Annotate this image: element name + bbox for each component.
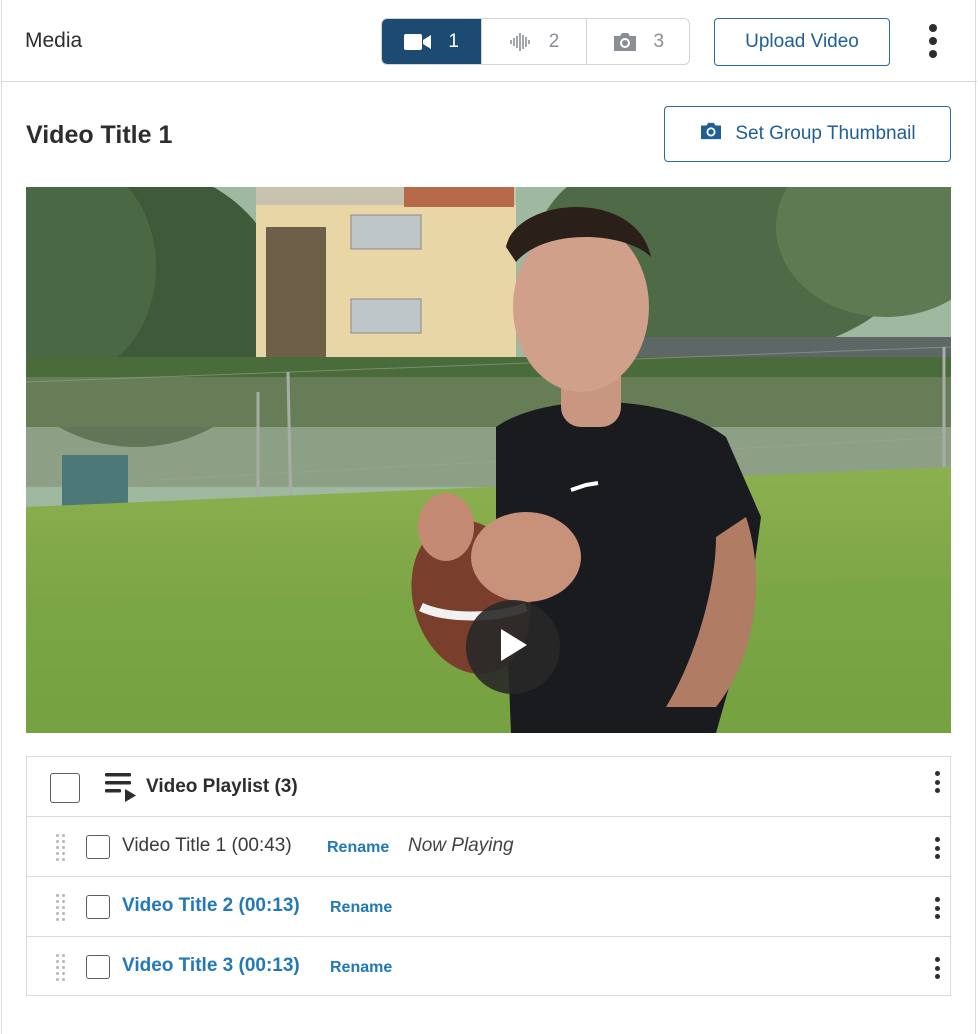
drag-handle-icon[interactable] xyxy=(56,954,68,981)
tab-photo[interactable]: 3 xyxy=(587,19,689,64)
drag-handle-icon[interactable] xyxy=(56,834,68,861)
rename-link[interactable]: Rename xyxy=(327,839,389,857)
camera-icon xyxy=(699,121,723,147)
item-title: Video Title 1 (00:43) xyxy=(122,835,292,856)
header-title: Media xyxy=(25,29,83,52)
media-panel: Media 1 2 3 Upload Video Video Title 1 S… xyxy=(1,0,977,1034)
item-title-link[interactable]: Video Title 3 (00:13) xyxy=(122,955,300,977)
play-icon xyxy=(497,627,529,668)
playlist-header-label: Video Playlist (3) xyxy=(146,776,298,797)
playlist-item[interactable]: Video Title 2 (00:13) Rename xyxy=(27,877,950,937)
video-title: Video Title 1 xyxy=(26,121,173,149)
tab-video-count: 1 xyxy=(448,30,459,52)
item-checkbox[interactable] xyxy=(86,955,110,979)
item-more-icon[interactable] xyxy=(933,897,941,919)
more-options-icon[interactable] xyxy=(920,21,946,61)
tab-audio-count: 2 xyxy=(548,30,560,52)
tab-photo-count: 3 xyxy=(653,30,665,52)
video-player[interactable] xyxy=(26,187,951,733)
set-group-thumbnail-label: Set Group Thumbnail xyxy=(735,123,916,144)
select-all-checkbox[interactable] xyxy=(50,773,80,803)
camera-icon xyxy=(612,31,638,53)
rename-link[interactable]: Rename xyxy=(330,959,392,977)
upload-video-button[interactable]: Upload Video xyxy=(714,18,890,66)
item-more-icon[interactable] xyxy=(933,837,941,859)
drag-handle-icon[interactable] xyxy=(56,894,68,921)
video-playlist: Video Playlist (3) Video Title 1 (00:43)… xyxy=(26,756,951,996)
playlist-header-row: Video Playlist (3) xyxy=(27,757,950,817)
playlist-item[interactable]: Video Title 1 (00:43) Rename Now Playing xyxy=(27,817,950,877)
play-button[interactable] xyxy=(466,600,560,694)
now-playing-label: Now Playing xyxy=(408,835,514,856)
item-more-icon[interactable] xyxy=(933,957,941,979)
item-title-link[interactable]: Video Title 2 (00:13) xyxy=(122,895,300,917)
playlist-item[interactable]: Video Title 3 (00:13) Rename xyxy=(27,937,950,997)
playlist-play-icon xyxy=(105,771,139,808)
item-checkbox[interactable] xyxy=(86,835,110,859)
set-group-thumbnail-button[interactable]: Set Group Thumbnail xyxy=(664,106,951,162)
tab-audio[interactable]: 2 xyxy=(482,19,587,64)
item-checkbox[interactable] xyxy=(86,895,110,919)
rename-link[interactable]: Rename xyxy=(330,899,392,917)
audio-wave-icon xyxy=(509,31,533,53)
tab-video[interactable]: 1 xyxy=(382,19,483,64)
playlist-more-icon[interactable] xyxy=(933,771,941,793)
video-camera-icon xyxy=(404,33,432,51)
media-type-tabs: 1 2 3 xyxy=(381,18,690,65)
media-header: Media 1 2 3 Upload Video xyxy=(2,0,977,82)
